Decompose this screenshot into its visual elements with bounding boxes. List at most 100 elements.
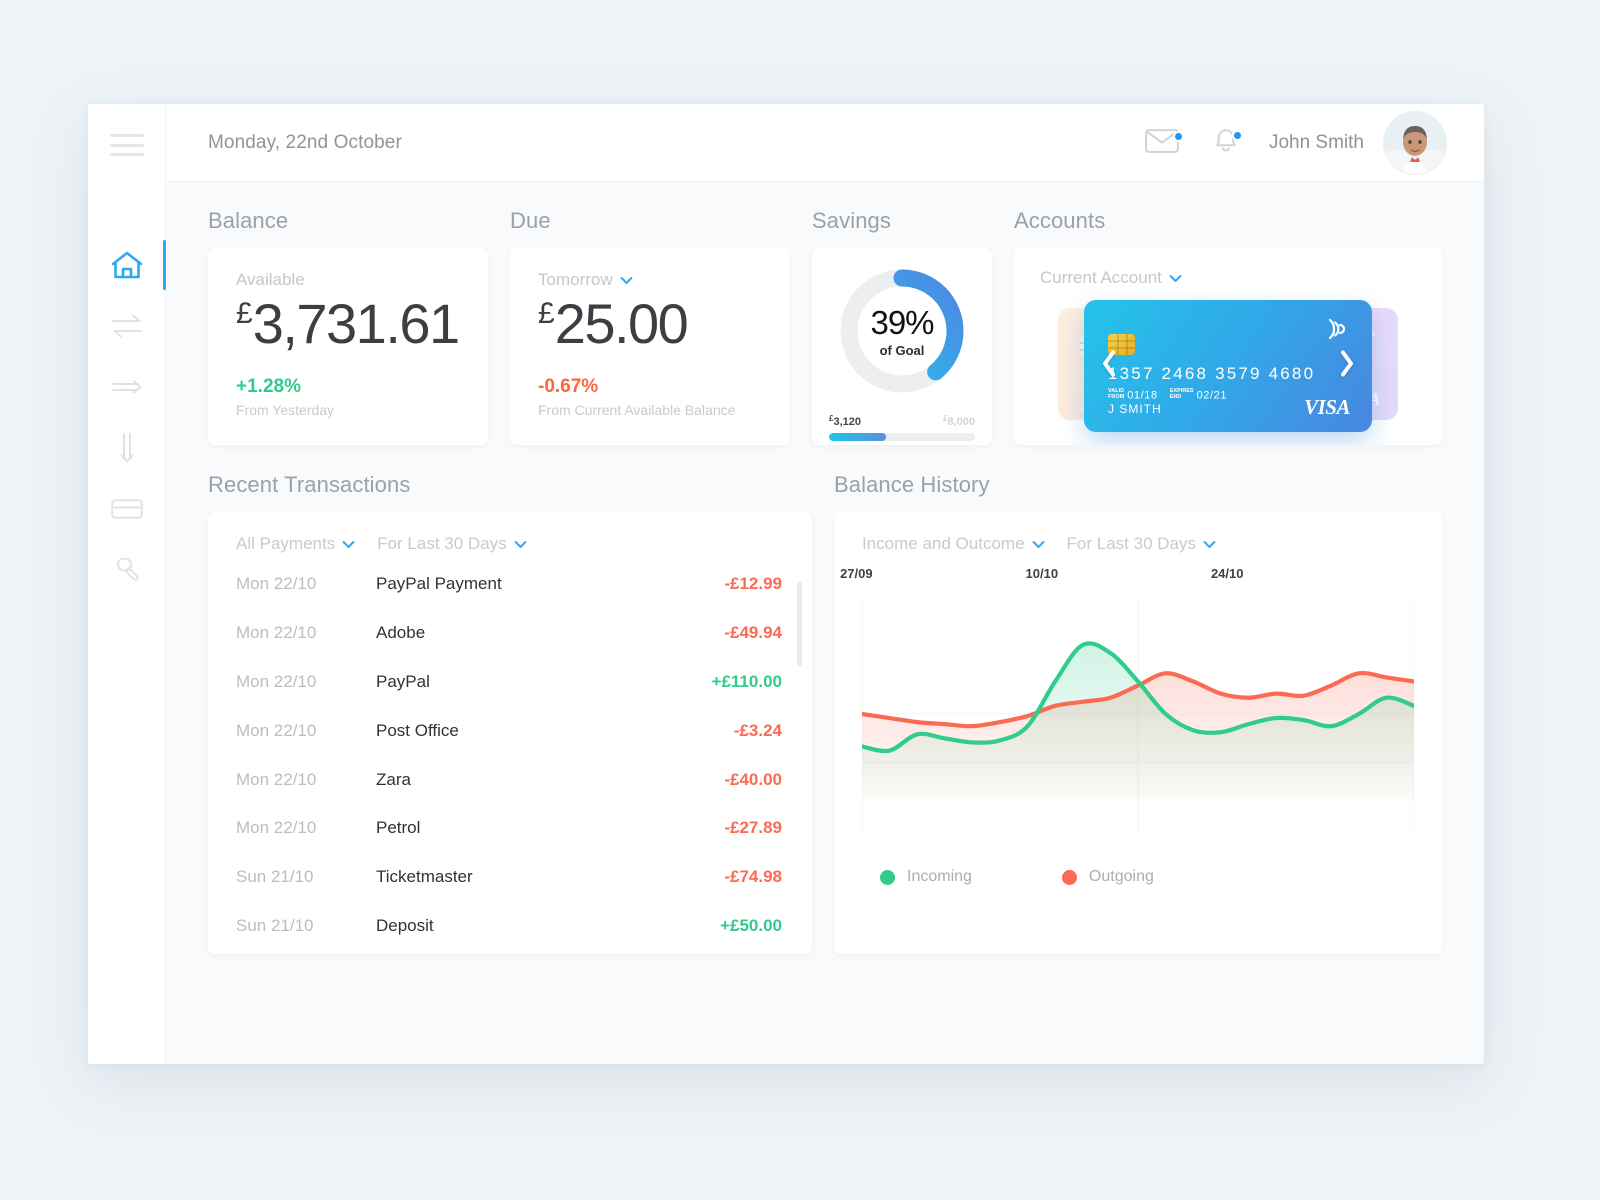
table-row[interactable]: Mon 22/10 Post Office -£3.24 — [208, 706, 812, 755]
balance-history-chart: 27/09 10/10 24/10 — [834, 566, 1442, 844]
transactions-filters: All Payments For Last 30 Days — [208, 534, 812, 554]
balance-card: Available £3,731.61 +1.28% From Yesterda… — [208, 248, 488, 445]
legend-item[interactable]: Incoming — [880, 868, 972, 886]
active-card-brand: VISA — [1304, 395, 1350, 419]
table-row[interactable]: Mon 22/10 PayPal +£110.00 — [208, 658, 812, 707]
wrench-icon — [112, 555, 142, 585]
balance-amount-value: 3,731.61 — [252, 292, 460, 355]
transaction-amount: -£40.00 — [724, 769, 782, 789]
dashboard-board: Balance Available £3,731.61 +1.28% From … — [166, 182, 1484, 1064]
transaction-amount: -£74.98 — [724, 867, 782, 887]
due-currency: £ — [538, 297, 555, 330]
transactions-card: All Payments For Last 30 Days Mon 22/10 … — [208, 512, 812, 954]
messages-badge — [1172, 131, 1184, 142]
savings-donut-center: 39% of Goal — [837, 266, 967, 396]
due-amount: £25.00 — [538, 292, 762, 356]
chevron-right-icon — [1336, 350, 1358, 383]
filter-series-type[interactable]: Income and Outcome — [862, 534, 1045, 554]
transactions-list: Mon 22/10 PayPal Payment -£12.99 Mon 22/10 A… — [208, 560, 812, 950]
messages-button[interactable] — [1133, 126, 1195, 159]
chevron-down-icon — [514, 534, 527, 554]
savings-progress-fill — [829, 433, 886, 441]
topbar: Monday, 22nd October John Smith — [166, 104, 1484, 182]
table-row[interactable]: Mon 22/10 Adobe -£49.94 — [208, 609, 812, 658]
transaction-name: Petrol — [376, 818, 421, 838]
sidebar-item-home[interactable] — [88, 234, 166, 295]
chart-legend: Incoming Outgoing — [834, 868, 1442, 886]
balance-label-text: Available — [236, 270, 305, 289]
user-name: John Smith — [1268, 131, 1364, 153]
notifications-button[interactable] — [1195, 125, 1257, 160]
valid-from-label: VALID FROM — [1108, 388, 1125, 401]
arrow-right-icon — [110, 375, 144, 399]
balance-history-card: Income and Outcome For Last 30 Days 27/0… — [834, 512, 1442, 954]
detail-row: Recent Transactions All Payments For Las… — [208, 472, 1442, 954]
savings-goal-value: 8,000 — [947, 416, 975, 428]
home-icon — [110, 249, 144, 281]
carousel-card-active[interactable]: 1357 2468 3579 4680 VALID FROM 01/18 EXPIR… — [1084, 300, 1372, 432]
scrollbar-thumb[interactable] — [797, 582, 802, 666]
transaction-date: Mon 22/10 — [236, 720, 317, 740]
legend-color-swatch — [880, 869, 895, 885]
balance-currency: £ — [236, 297, 253, 330]
legend-item[interactable]: Outgoing — [1061, 868, 1154, 886]
transaction-name: PayPal — [376, 671, 430, 691]
account-selector-text: Current Account — [1040, 268, 1162, 287]
savings-percent: 39% — [870, 303, 934, 341]
sidebar-item-cards[interactable] — [88, 478, 165, 539]
section-title-due: Due — [510, 208, 551, 233]
contactless-icon — [1324, 316, 1350, 347]
table-row[interactable]: Sun 21/10 Ticketmaster -£74.98 — [208, 853, 812, 902]
chart-x-tick: 27/09 — [840, 566, 873, 581]
sidebar-item-send[interactable] — [88, 356, 165, 417]
transaction-date: Mon 22/10 — [236, 623, 317, 643]
transaction-date: Mon 22/10 — [236, 671, 317, 691]
filter-payment-type[interactable]: All Payments — [236, 534, 355, 554]
chevron-left-icon — [1098, 350, 1120, 383]
savings-progress-labels: £3,120 £8,000 — [829, 414, 975, 428]
balance-section: Balance Available £3,731.61 +1.28% From … — [208, 208, 488, 445]
transaction-date: Mon 22/10 — [236, 818, 317, 838]
balance-delta: +1.28% — [236, 376, 301, 398]
transactions-scrollbar[interactable] — [797, 582, 802, 932]
table-row[interactable]: Mon 22/10 Zara -£40.00 — [208, 755, 812, 804]
savings-section: Savings 39% of Goal £3,120 £8,000 — [812, 208, 992, 445]
due-amount-value: 25.00 — [554, 292, 689, 355]
transaction-amount: -£3.24 — [733, 720, 782, 740]
valid-from-value: 01/18 — [1127, 389, 1158, 402]
carousel-prev-button[interactable] — [1098, 349, 1120, 384]
savings-current-value: 3,120 — [833, 416, 861, 428]
carousel-next-button[interactable] — [1336, 349, 1358, 384]
hamburger-icon[interactable] — [109, 134, 144, 156]
chevron-down-icon — [1032, 534, 1045, 554]
chevron-down-icon — [342, 534, 355, 554]
transaction-name: Zara — [376, 769, 411, 789]
table-row[interactable]: Sun 21/10 Deposit +£50.00 — [208, 902, 812, 951]
filter-series-type-label: Income and Outcome — [862, 534, 1025, 553]
sidebar-nav — [88, 234, 166, 600]
sidebar-item-transfer[interactable] — [88, 295, 165, 356]
filter-history-range[interactable]: For Last 30 Days — [1067, 534, 1216, 554]
section-title-savings: Savings — [812, 208, 891, 233]
transaction-name: Deposit — [376, 915, 434, 935]
avatar[interactable] — [1384, 111, 1446, 174]
sidebar-item-settings[interactable] — [88, 539, 165, 600]
account-selector[interactable]: Current Account — [1040, 268, 1182, 288]
filter-payment-type-label: All Payments — [236, 534, 336, 553]
sidebar-item-receive[interactable] — [88, 417, 165, 478]
section-title-recent-transactions: Recent Transactions — [208, 472, 411, 497]
transaction-name: PayPal Payment — [376, 574, 502, 594]
due-period-selector[interactable]: Tomorrow — [538, 270, 633, 290]
transaction-amount: -£27.89 — [724, 818, 782, 838]
due-section: Due Tomorrow £25.00 -0.67% From Current … — [510, 208, 790, 445]
filter-date-range-label: For Last 30 Days — [377, 534, 507, 553]
table-row[interactable]: Mon 22/10 PayPal Payment -£12.99 — [208, 560, 812, 609]
transaction-amount: +£110.00 — [711, 671, 782, 691]
filter-date-range[interactable]: For Last 30 Days — [377, 534, 527, 554]
table-row[interactable]: Mon 22/10 Petrol -£27.89 — [208, 804, 812, 853]
transaction-date: Sun 21/10 — [236, 867, 314, 887]
section-title-accounts: Accounts — [1014, 208, 1106, 233]
transaction-name: Post Office — [376, 720, 459, 740]
chevron-down-icon — [1169, 268, 1182, 288]
transaction-name: Ticketmaster — [376, 867, 473, 887]
